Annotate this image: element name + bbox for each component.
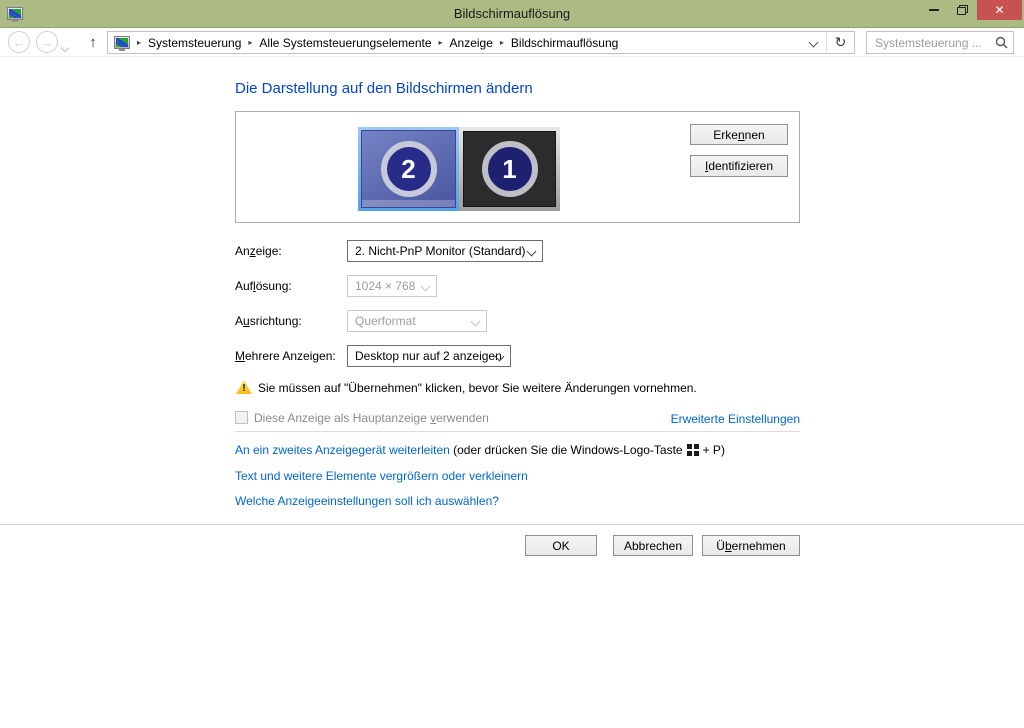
breadcrumb-separator-icon: ▸ bbox=[137, 38, 142, 47]
main-display-checkbox[interactable] bbox=[235, 411, 248, 424]
resolution-dropdown[interactable]: 1024 × 768 bbox=[347, 275, 437, 297]
forward-button[interactable]: → bbox=[36, 31, 58, 53]
breadcrumb: ▸ Systemsteuerung ▸ Alle Systemsteuerung… bbox=[107, 31, 855, 54]
detect-button[interactable]: Erkennen bbox=[690, 124, 788, 145]
monitor-2-thumbnail[interactable]: 2 bbox=[358, 127, 459, 211]
main-display-checkbox-label: Diese Anzeige als Hauptanzeige verwenden bbox=[254, 411, 489, 425]
caption-buttons: ✕ bbox=[919, 0, 1022, 20]
section-divider bbox=[235, 431, 800, 432]
resolution-dropdown-value: 1024 × 768 bbox=[355, 279, 416, 293]
footer-divider bbox=[0, 524, 1024, 525]
resize-text-link[interactable]: Text und weitere Elemente vergrößern ode… bbox=[235, 469, 528, 483]
window: Bildschirmauflösung ✕ ← → ↑ ▸ Systemsteu… bbox=[0, 0, 1024, 728]
chevron-down-icon bbox=[420, 281, 431, 292]
recent-pages-dropdown[interactable] bbox=[60, 38, 70, 56]
back-icon: ← bbox=[12, 34, 26, 50]
address-dropdown-button[interactable] bbox=[800, 37, 826, 48]
refresh-icon: ↻ bbox=[834, 34, 847, 50]
breadcrumb-separator-icon: ▸ bbox=[248, 38, 253, 47]
help-link-row: Welche Anzeigeeinstellungen soll ich aus… bbox=[235, 492, 499, 510]
display-settings-icon bbox=[114, 36, 130, 51]
warning-icon: ! bbox=[236, 380, 252, 394]
monitor-2-number: 2 bbox=[380, 141, 437, 197]
search-icon bbox=[989, 36, 1013, 49]
monitor-1-screen: 1 bbox=[463, 131, 556, 207]
monitor-preview-panel: 2 1 Erkennen Identifizieren bbox=[235, 111, 800, 223]
multiple-displays-dropdown-value: Desktop nur auf 2 anzeigen bbox=[355, 349, 502, 363]
page-title: Die Darstellung auf den Bildschirmen änd… bbox=[235, 80, 533, 97]
multiple-displays-label: Mehrere Anzeigen: bbox=[235, 349, 336, 363]
cancel-button[interactable]: Abbrechen bbox=[613, 535, 693, 556]
project-to-second-display-link[interactable]: An ein zweites Anzeigegerät weiterleiten bbox=[235, 443, 450, 457]
close-icon: ✕ bbox=[994, 3, 1005, 17]
window-title: Bildschirmauflösung bbox=[453, 6, 571, 21]
restore-icon bbox=[957, 5, 968, 15]
breadcrumb-separator-icon: ▸ bbox=[438, 38, 443, 47]
breadcrumb-separator-icon: ▸ bbox=[499, 38, 504, 47]
minimize-button[interactable] bbox=[919, 0, 948, 20]
display-dropdown[interactable]: 2. Nicht-PnP Monitor (Standard) bbox=[347, 240, 543, 262]
display-dropdown-value: 2. Nicht-PnP Monitor (Standard) bbox=[355, 244, 526, 258]
monitor-1-number: 1 bbox=[481, 141, 538, 197]
refresh-button[interactable]: ↻ bbox=[826, 32, 854, 53]
chevron-down-icon bbox=[808, 37, 818, 48]
close-button[interactable]: ✕ bbox=[977, 0, 1022, 20]
up-icon: ↑ bbox=[89, 33, 97, 51]
search-box bbox=[866, 31, 1014, 54]
minimize-icon bbox=[928, 9, 939, 11]
breadcrumb-item-alle-elemente[interactable]: Alle Systemsteuerungselemente bbox=[259, 36, 431, 50]
breadcrumb-item-systemsteuerung[interactable]: Systemsteuerung bbox=[148, 36, 241, 50]
orientation-dropdown-value: Querformat bbox=[355, 314, 416, 328]
orientation-label: Ausrichtung: bbox=[235, 314, 302, 328]
multiple-displays-dropdown[interactable]: Desktop nur auf 2 anzeigen bbox=[347, 345, 511, 367]
warning-text: Sie müssen auf "Übernehmen" klicken, bev… bbox=[258, 381, 697, 395]
forward-icon: → bbox=[40, 34, 54, 50]
resolution-label: Auflösung: bbox=[235, 279, 292, 293]
chevron-down-icon bbox=[470, 316, 481, 327]
restore-button[interactable] bbox=[948, 0, 977, 20]
project-link-row: An ein zweites Anzeigegerät weiterleiten… bbox=[235, 443, 725, 457]
identify-button[interactable]: Identifizieren bbox=[690, 155, 788, 177]
titlebar: Bildschirmauflösung ✕ bbox=[0, 0, 1024, 28]
ok-button[interactable]: OK bbox=[525, 535, 597, 556]
breadcrumb-item-bildschirmaufloesung[interactable]: Bildschirmauflösung bbox=[511, 36, 618, 50]
advanced-settings-link[interactable]: Erweiterte Einstellungen bbox=[671, 412, 800, 426]
display-settings-help-link[interactable]: Welche Anzeigeeinstellungen soll ich aus… bbox=[235, 494, 499, 508]
search-input[interactable] bbox=[867, 35, 989, 50]
apply-button[interactable]: Übernehmen bbox=[702, 535, 800, 556]
back-button[interactable]: ← bbox=[8, 31, 30, 53]
monitor-2-taskbar bbox=[362, 200, 455, 207]
monitor-1-thumbnail[interactable]: 1 bbox=[459, 127, 560, 211]
orientation-dropdown[interactable]: Querformat bbox=[347, 310, 487, 332]
resize-text-link-row: Text und weitere Elemente vergrößern ode… bbox=[235, 467, 528, 485]
display-label: Anzeige: bbox=[235, 244, 282, 258]
chevron-down-icon bbox=[526, 246, 537, 257]
up-button[interactable]: ↑ bbox=[84, 31, 102, 53]
monitor-2-screen: 2 bbox=[361, 130, 456, 208]
breadcrumb-item-anzeige[interactable]: Anzeige bbox=[450, 36, 493, 50]
windows-logo-icon bbox=[686, 444, 699, 456]
toolbar: ← → ↑ ▸ Systemsteuerung ▸ Alle Systemste… bbox=[0, 28, 1024, 57]
chevron-down-icon bbox=[60, 43, 70, 53]
